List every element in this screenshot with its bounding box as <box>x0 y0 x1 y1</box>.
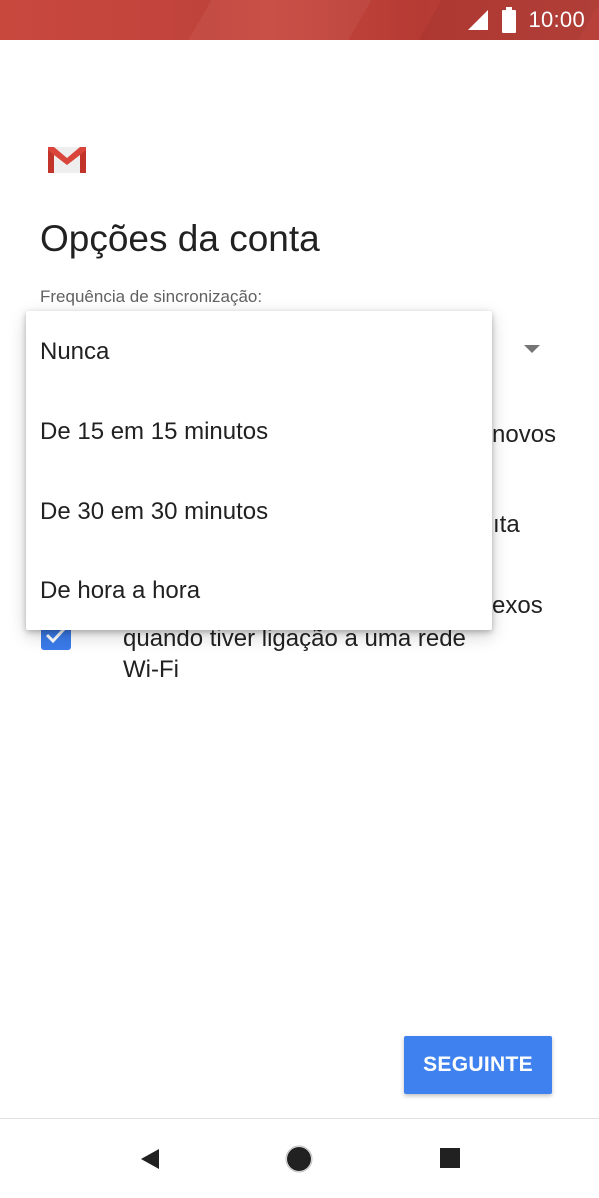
status-bar: 10:00 <box>0 0 599 40</box>
gmail-logo <box>47 146 87 174</box>
sync-frequency-label: Frequência de sincronização: <box>40 287 263 306</box>
home-icon[interactable] <box>285 1145 313 1178</box>
dropdown-option-15-min[interactable]: De 15 em 15 minutos <box>26 392 492 472</box>
dropdown-option-never[interactable]: Nunca <box>26 312 492 392</box>
navigation-bar <box>0 1119 599 1198</box>
recent-apps-icon[interactable] <box>440 1148 460 1173</box>
page-title: Opções da conta <box>40 218 320 259</box>
signal-icon <box>466 8 490 32</box>
battery-icon <box>502 7 517 33</box>
notify-option-text: novos <box>492 421 557 448</box>
attachments-option-line3: Wi-Fi <box>123 656 179 683</box>
back-icon[interactable] <box>139 1147 161 1176</box>
attachments-option-text: exos <box>492 592 543 619</box>
dropdown-option-hourly[interactable]: De hora a hora <box>26 551 492 631</box>
next-button[interactable]: SEGUINTE <box>404 1036 552 1094</box>
dropdown-arrow-icon[interactable] <box>524 345 540 353</box>
sync-option-text: ıta <box>493 511 520 538</box>
dropdown-option-30-min[interactable]: De 30 em 30 minutos <box>26 472 492 552</box>
clock: 10:00 <box>528 7 585 32</box>
screen: 10:00 Opções da conta Frequência de sinc… <box>0 0 599 1198</box>
sync-frequency-dropdown: Nunca De 15 em 15 minutos De 30 em 30 mi… <box>26 311 492 630</box>
